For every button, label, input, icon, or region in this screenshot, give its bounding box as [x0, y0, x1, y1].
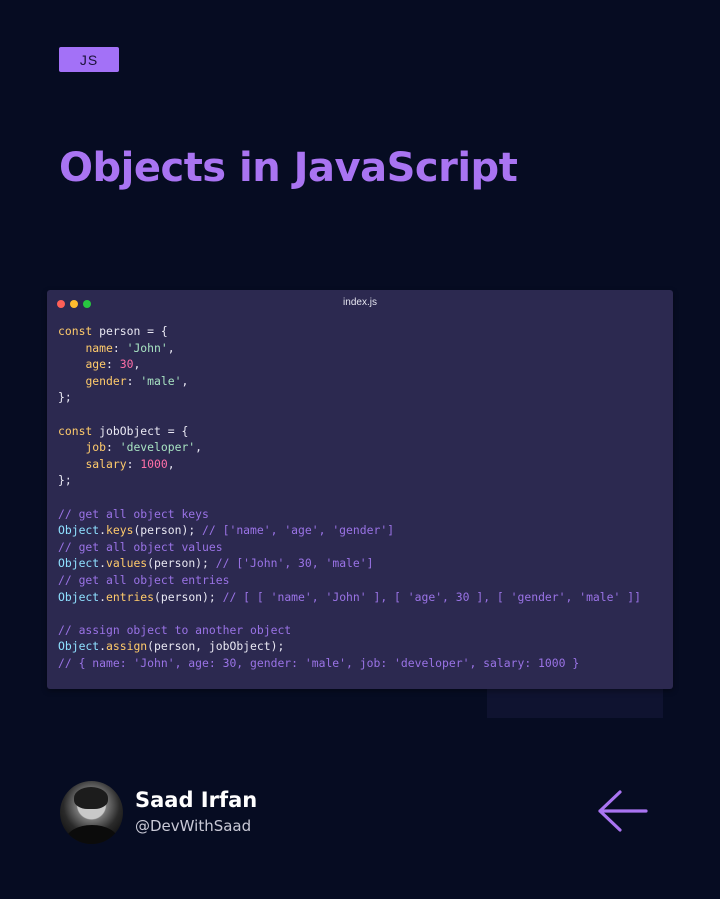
code-line: const jobObject = { — [58, 423, 189, 438]
code-line: // get all object values — [58, 539, 223, 554]
code-line: age: 30, — [85, 357, 141, 372]
code-line: // assign object to another object — [58, 622, 292, 637]
page-title: Objects in JavaScript — [59, 145, 518, 191]
code-line: // get all object entries — [58, 572, 230, 587]
code-line: Object.entries(person); // [ [ 'name', '… — [58, 589, 641, 604]
window-filename: index.js — [343, 297, 377, 308]
code-line: gender: 'male', — [85, 373, 189, 388]
window-titlebar: index.js — [47, 290, 673, 316]
code-line: salary: 1000, — [85, 456, 175, 471]
code-line: Object.assign(person, jobObject); — [58, 639, 285, 654]
author-handle: @DevWithSaad — [135, 817, 252, 835]
code-line: }; — [58, 390, 72, 405]
code-block: const person = { name: 'John', age: 30, … — [58, 323, 641, 671]
code-window: index.js const person = { name: 'John', … — [47, 290, 673, 689]
code-line: const person = { — [58, 324, 168, 338]
avatar — [60, 781, 123, 844]
code-line: name: 'John', — [85, 340, 175, 355]
arrow-left-icon[interactable] — [596, 789, 650, 833]
code-line: Object.values(person); // ['John', 30, '… — [58, 556, 374, 571]
code-line: Object.keys(person); // ['name', 'age', … — [58, 523, 395, 538]
code-line: // { name: 'John', age: 30, gender: 'mal… — [58, 655, 580, 670]
code-line: // get all object keys — [58, 506, 209, 521]
code-line: }; — [58, 473, 72, 488]
language-tag: JS — [59, 47, 119, 72]
code-line: job: 'developer', — [85, 440, 203, 455]
author-name: Saad Irfan — [135, 788, 258, 812]
